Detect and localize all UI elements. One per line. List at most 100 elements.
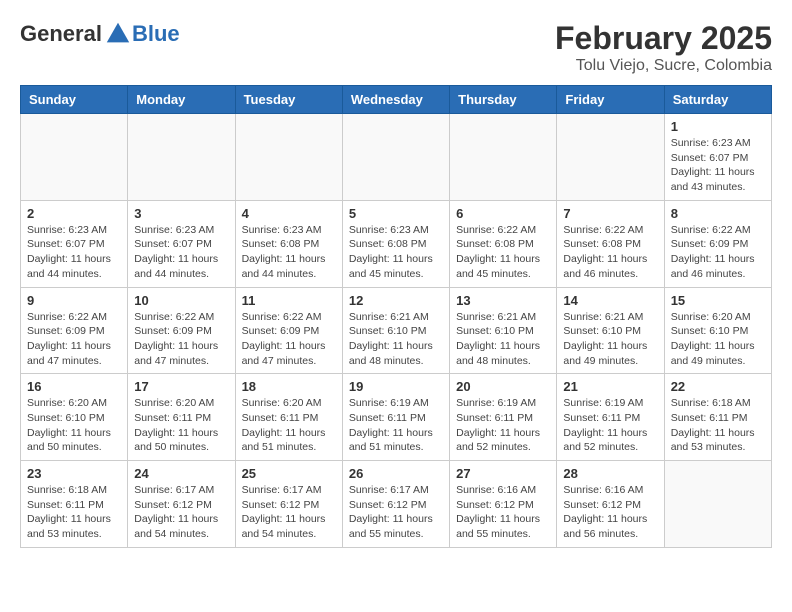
col-header-sunday: Sunday bbox=[21, 86, 128, 114]
col-header-tuesday: Tuesday bbox=[235, 86, 342, 114]
day-info: Sunrise: 6:18 AM Sunset: 6:11 PM Dayligh… bbox=[671, 396, 765, 455]
week-row-2: 2 Sunrise: 6:23 AM Sunset: 6:07 PM Daylig… bbox=[21, 200, 772, 287]
day-info: Sunrise: 6:21 AM Sunset: 6:10 PM Dayligh… bbox=[563, 310, 657, 369]
calendar-cell: 4 Sunrise: 6:23 AM Sunset: 6:08 PM Daylig… bbox=[235, 200, 342, 287]
day-number: 22 bbox=[671, 379, 765, 394]
day-info: Sunrise: 6:20 AM Sunset: 6:10 PM Dayligh… bbox=[27, 396, 121, 455]
day-info: Sunrise: 6:18 AM Sunset: 6:11 PM Dayligh… bbox=[27, 483, 121, 542]
day-number: 27 bbox=[456, 466, 550, 481]
col-header-friday: Friday bbox=[557, 86, 664, 114]
day-number: 18 bbox=[242, 379, 336, 394]
col-header-saturday: Saturday bbox=[664, 86, 771, 114]
logo: General Blue bbox=[20, 20, 180, 48]
week-row-1: 1Sunrise: 6:23 AM Sunset: 6:07 PM Daylig… bbox=[21, 114, 772, 201]
calendar-cell: 12Sunrise: 6:21 AM Sunset: 6:10 PM Dayli… bbox=[342, 287, 449, 374]
calendar-cell: 2 Sunrise: 6:23 AM Sunset: 6:07 PM Daylig… bbox=[21, 200, 128, 287]
day-number: 25 bbox=[242, 466, 336, 481]
day-number: 16 bbox=[27, 379, 121, 394]
day-number: 15 bbox=[671, 293, 765, 308]
calendar-cell: 24Sunrise: 6:17 AM Sunset: 6:12 PM Dayli… bbox=[128, 461, 235, 548]
title-section: February 2025 Tolu Viejo, Sucre, Colombi… bbox=[555, 20, 772, 75]
calendar-cell: 20Sunrise: 6:19 AM Sunset: 6:11 PM Dayli… bbox=[450, 374, 557, 461]
calendar-header-row: SundayMondayTuesdayWednesdayThursdayFrid… bbox=[21, 86, 772, 114]
calendar-cell: 19 Sunrise: 6:19 AM Sunset: 6:11 PM Dayli… bbox=[342, 374, 449, 461]
day-info: Sunrise: 6:23 AM Sunset: 6:08 PM Dayligh… bbox=[349, 223, 443, 282]
day-info: Sunrise: 6:22 AM Sunset: 6:09 PM Dayligh… bbox=[242, 310, 336, 369]
day-number: 6 bbox=[456, 206, 550, 221]
day-info: Sunrise: 6:20 AM Sunset: 6:11 PM Dayligh… bbox=[242, 396, 336, 455]
calendar-cell: 11 Sunrise: 6:22 AM Sunset: 6:09 PM Dayli… bbox=[235, 287, 342, 374]
day-number: 3 bbox=[134, 206, 228, 221]
day-number: 23 bbox=[27, 466, 121, 481]
day-info: Sunrise: 6:23 AM Sunset: 6:08 PM Dayligh… bbox=[242, 223, 336, 282]
day-info: Sunrise: 6:19 AM Sunset: 6:11 PM Dayligh… bbox=[349, 396, 443, 455]
calendar-cell: 5 Sunrise: 6:23 AM Sunset: 6:08 PM Daylig… bbox=[342, 200, 449, 287]
day-info: Sunrise: 6:22 AM Sunset: 6:09 PM Dayligh… bbox=[671, 223, 765, 282]
day-number: 11 bbox=[242, 293, 336, 308]
day-number: 13 bbox=[456, 293, 550, 308]
week-row-5: 23 Sunrise: 6:18 AM Sunset: 6:11 PM Dayli… bbox=[21, 461, 772, 548]
day-number: 10 bbox=[134, 293, 228, 308]
day-number: 2 bbox=[27, 206, 121, 221]
day-number: 8 bbox=[671, 206, 765, 221]
day-number: 1 bbox=[671, 119, 765, 134]
calendar-cell: 26 Sunrise: 6:17 AM Sunset: 6:12 PM Dayli… bbox=[342, 461, 449, 548]
calendar-cell: 7 Sunrise: 6:22 AM Sunset: 6:08 PM Daylig… bbox=[557, 200, 664, 287]
calendar-cell: 10 Sunrise: 6:22 AM Sunset: 6:09 PM Dayli… bbox=[128, 287, 235, 374]
day-number: 5 bbox=[349, 206, 443, 221]
calendar-cell: 17Sunrise: 6:20 AM Sunset: 6:11 PM Dayli… bbox=[128, 374, 235, 461]
logo-icon bbox=[104, 20, 132, 48]
calendar-cell: 28 Sunrise: 6:16 AM Sunset: 6:12 PM Dayli… bbox=[557, 461, 664, 548]
subtitle: Tolu Viejo, Sucre, Colombia bbox=[555, 57, 772, 75]
calendar-cell bbox=[235, 114, 342, 201]
day-info: Sunrise: 6:22 AM Sunset: 6:08 PM Dayligh… bbox=[456, 223, 550, 282]
day-info: Sunrise: 6:21 AM Sunset: 6:10 PM Dayligh… bbox=[456, 310, 550, 369]
logo-blue-text: Blue bbox=[132, 21, 180, 47]
calendar-cell: 16 Sunrise: 6:20 AM Sunset: 6:10 PM Dayli… bbox=[21, 374, 128, 461]
col-header-monday: Monday bbox=[128, 86, 235, 114]
day-number: 19 bbox=[349, 379, 443, 394]
calendar-cell: 14 Sunrise: 6:21 AM Sunset: 6:10 PM Dayli… bbox=[557, 287, 664, 374]
day-number: 14 bbox=[563, 293, 657, 308]
calendar-cell: 27 Sunrise: 6:16 AM Sunset: 6:12 PM Dayli… bbox=[450, 461, 557, 548]
calendar-cell: 25Sunrise: 6:17 AM Sunset: 6:12 PM Dayli… bbox=[235, 461, 342, 548]
day-info: Sunrise: 6:22 AM Sunset: 6:09 PM Dayligh… bbox=[27, 310, 121, 369]
main-title: February 2025 bbox=[555, 20, 772, 57]
week-row-4: 16 Sunrise: 6:20 AM Sunset: 6:10 PM Dayli… bbox=[21, 374, 772, 461]
calendar-cell bbox=[557, 114, 664, 201]
day-number: 7 bbox=[563, 206, 657, 221]
day-number: 21 bbox=[563, 379, 657, 394]
calendar-cell: 22 Sunrise: 6:18 AM Sunset: 6:11 PM Dayli… bbox=[664, 374, 771, 461]
col-header-thursday: Thursday bbox=[450, 86, 557, 114]
day-info: Sunrise: 6:19 AM Sunset: 6:11 PM Dayligh… bbox=[456, 396, 550, 455]
calendar-cell: 9 Sunrise: 6:22 AM Sunset: 6:09 PM Daylig… bbox=[21, 287, 128, 374]
day-info: Sunrise: 6:20 AM Sunset: 6:10 PM Dayligh… bbox=[671, 310, 765, 369]
calendar-cell: 6 Sunrise: 6:22 AM Sunset: 6:08 PM Daylig… bbox=[450, 200, 557, 287]
day-number: 26 bbox=[349, 466, 443, 481]
day-info: Sunrise: 6:23 AM Sunset: 6:07 PM Dayligh… bbox=[134, 223, 228, 282]
calendar-cell: 23 Sunrise: 6:18 AM Sunset: 6:11 PM Dayli… bbox=[21, 461, 128, 548]
day-number: 4 bbox=[242, 206, 336, 221]
calendar-cell: 15 Sunrise: 6:20 AM Sunset: 6:10 PM Dayli… bbox=[664, 287, 771, 374]
calendar-cell bbox=[342, 114, 449, 201]
calendar: SundayMondayTuesdayWednesdayThursdayFrid… bbox=[20, 85, 772, 548]
calendar-cell bbox=[664, 461, 771, 548]
day-info: Sunrise: 6:19 AM Sunset: 6:11 PM Dayligh… bbox=[563, 396, 657, 455]
calendar-cell: 8 Sunrise: 6:22 AM Sunset: 6:09 PM Daylig… bbox=[664, 200, 771, 287]
day-number: 28 bbox=[563, 466, 657, 481]
logo-general-text: General bbox=[20, 21, 102, 47]
day-info: Sunrise: 6:17 AM Sunset: 6:12 PM Dayligh… bbox=[134, 483, 228, 542]
calendar-cell bbox=[450, 114, 557, 201]
day-info: Sunrise: 6:16 AM Sunset: 6:12 PM Dayligh… bbox=[456, 483, 550, 542]
day-info: Sunrise: 6:16 AM Sunset: 6:12 PM Dayligh… bbox=[563, 483, 657, 542]
day-info: Sunrise: 6:23 AM Sunset: 6:07 PM Dayligh… bbox=[27, 223, 121, 282]
day-info: Sunrise: 6:17 AM Sunset: 6:12 PM Dayligh… bbox=[349, 483, 443, 542]
day-info: Sunrise: 6:22 AM Sunset: 6:09 PM Dayligh… bbox=[134, 310, 228, 369]
day-info: Sunrise: 6:22 AM Sunset: 6:08 PM Dayligh… bbox=[563, 223, 657, 282]
col-header-wednesday: Wednesday bbox=[342, 86, 449, 114]
calendar-cell: 18 Sunrise: 6:20 AM Sunset: 6:11 PM Dayli… bbox=[235, 374, 342, 461]
header: General Blue February 2025 Tolu Viejo, S… bbox=[20, 20, 772, 75]
day-number: 9 bbox=[27, 293, 121, 308]
week-row-3: 9 Sunrise: 6:22 AM Sunset: 6:09 PM Daylig… bbox=[21, 287, 772, 374]
calendar-cell: 13 Sunrise: 6:21 AM Sunset: 6:10 PM Dayli… bbox=[450, 287, 557, 374]
